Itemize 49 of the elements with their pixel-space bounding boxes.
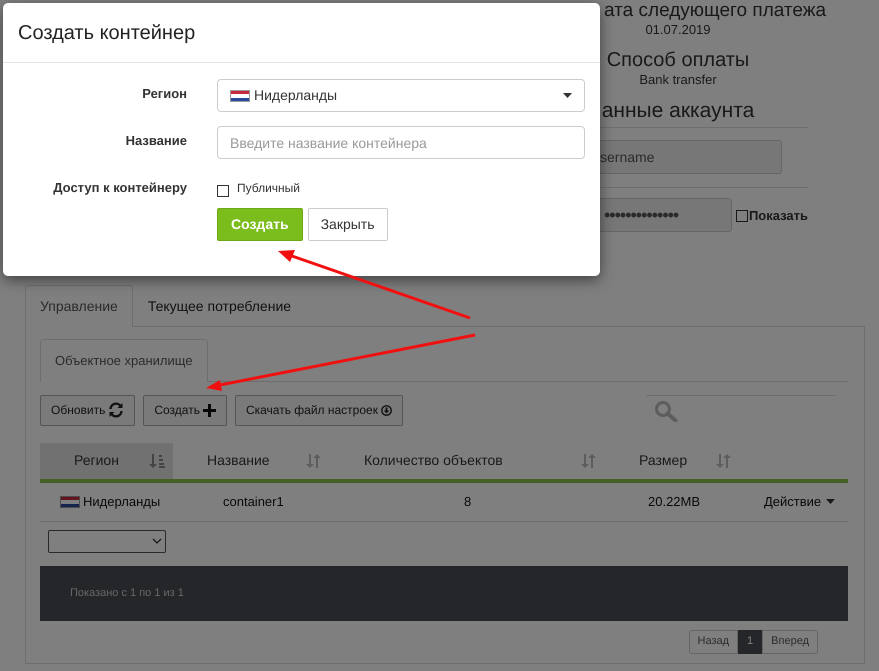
payment-method-text: Bank transfer	[638, 72, 718, 88]
column-header[interactable]: Размер	[605, 442, 740, 482]
tab[interactable]: Управление	[25, 285, 133, 327]
close-button[interactable]: Закрыть	[308, 208, 388, 240]
info-text: Показано с 1 по 1 из 1	[70, 586, 184, 601]
toolbar-button[interactable]: Обновить	[40, 394, 136, 426]
sort-icon	[716, 454, 732, 468]
sort-icon	[581, 454, 597, 468]
checkbox[interactable]	[736, 210, 748, 222]
flag-icon	[230, 90, 250, 102]
field-label: Название	[124, 132, 187, 150]
toolbar-button[interactable]: Скачать файл настроек	[234, 394, 403, 426]
download-icon	[380, 404, 392, 416]
caret-icon	[563, 93, 572, 98]
sort-icon	[149, 454, 165, 468]
prev-button[interactable]: Назад	[688, 630, 738, 654]
checkbox-label: Показать	[748, 207, 808, 225]
checkbox-label: Публичный	[237, 180, 300, 197]
tab[interactable]: Текущее потребление	[132, 285, 306, 327]
region-select[interactable]: Нидерланды	[217, 79, 585, 112]
column-header[interactable]: Название	[173, 442, 330, 482]
field-label: Регион	[141, 85, 187, 103]
page-size-select[interactable]	[48, 530, 166, 552]
page-button[interactable]: 1	[738, 630, 762, 654]
heading: ата следующего платежа	[604, 0, 826, 22]
field-label: Доступ к контейнеру	[52, 179, 187, 197]
checkbox[interactable]	[217, 185, 229, 197]
table-cell-text: Нидерланды	[83, 492, 160, 511]
table-cell-text: 8	[464, 492, 472, 511]
create-button[interactable]: Создать	[217, 208, 303, 240]
column-header[interactable]: Регион	[40, 442, 173, 482]
column-header[interactable]: Количество объектов	[330, 442, 605, 482]
caret-icon	[826, 499, 836, 504]
name-field[interactable]: Введите название контейнера	[217, 126, 585, 159]
refresh-icon	[108, 402, 124, 418]
heading: Способ оплаты	[606, 48, 750, 72]
table-cell-text: 20.22MB	[648, 492, 700, 511]
chevron-icon	[152, 538, 162, 544]
flag-icon	[60, 496, 80, 508]
toolbar-button[interactable]: Создать	[143, 394, 227, 426]
next-button[interactable]: Вперед	[762, 630, 818, 654]
date-text: 01.07.2019	[644, 22, 712, 38]
search-icon	[654, 400, 678, 422]
modal-title: Создать контейнер	[18, 20, 196, 46]
action-dropdown[interactable]: Действие	[764, 492, 836, 512]
plus-icon	[202, 404, 216, 416]
table-cell-text: container1	[223, 492, 284, 511]
sort-icon	[306, 454, 322, 468]
tab[interactable]: Объектное хранилище	[40, 339, 208, 382]
